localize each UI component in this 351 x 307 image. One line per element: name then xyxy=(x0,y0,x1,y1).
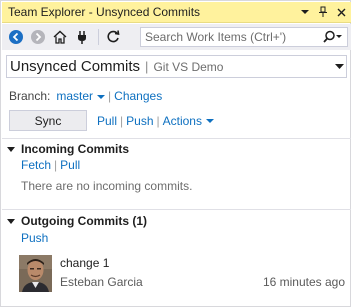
commit-message: change 1 xyxy=(60,256,110,270)
page-selector[interactable]: Unsynced Commits | Git VS Demo xyxy=(6,55,347,78)
outgoing-links: Push xyxy=(21,231,48,245)
incoming-commits-header[interactable]: Incoming Commits xyxy=(7,142,129,156)
forward-arrow-icon[interactable] xyxy=(28,27,48,47)
toolbar-separator xyxy=(98,29,99,45)
commit-author: Esteban Garcia xyxy=(60,275,143,289)
outgoing-push-link[interactable]: Push xyxy=(21,231,48,245)
window-title: Team Explorer - Unsynced Commits xyxy=(8,5,201,19)
repository-name: Git VS Demo xyxy=(153,59,224,74)
page-title: Unsynced Commits xyxy=(10,58,141,75)
branch-label: Branch: xyxy=(9,89,51,103)
close-icon[interactable] xyxy=(333,4,349,20)
fetch-link[interactable]: Fetch xyxy=(21,158,51,172)
incoming-commits-title: Incoming Commits xyxy=(21,142,130,156)
title-bar: Team Explorer - Unsynced Commits xyxy=(2,2,351,23)
search-icon[interactable] xyxy=(319,28,347,46)
pull-link[interactable]: Pull xyxy=(97,114,117,128)
branch-row: Branch: master | Changes xyxy=(9,89,162,103)
separator: | xyxy=(156,113,160,128)
caret-down-icon xyxy=(205,119,214,124)
divider xyxy=(2,209,351,210)
chevron-down-icon[interactable] xyxy=(332,57,346,77)
home-icon[interactable] xyxy=(50,27,70,47)
toolbar xyxy=(2,24,351,50)
branch-name: master xyxy=(56,89,94,103)
sync-button[interactable]: Sync xyxy=(9,110,87,131)
changes-link[interactable]: Changes xyxy=(114,89,162,103)
separator: | xyxy=(120,113,124,128)
search-work-items-input[interactable] xyxy=(145,29,319,45)
outgoing-commits-title: Outgoing Commits (1) xyxy=(21,214,147,228)
window-menu-dropdown-icon[interactable] xyxy=(297,4,313,20)
search-box xyxy=(140,27,348,47)
commit-list-item[interactable]: change 1 Esteban Garcia 16 minutes ago xyxy=(19,253,345,293)
branch-dropdown[interactable]: master xyxy=(56,89,106,103)
outgoing-commits-header[interactable]: Outgoing Commits (1) xyxy=(7,214,147,228)
separator: | xyxy=(108,89,112,103)
back-arrow-icon[interactable] xyxy=(6,27,26,47)
page-title-divider: | xyxy=(145,59,149,74)
push-link[interactable]: Push xyxy=(126,114,153,128)
separator: | xyxy=(54,158,58,172)
team-explorer-window: Team Explorer - Unsynced Commits Search … xyxy=(0,0,351,307)
collapse-triangle-icon xyxy=(7,146,15,152)
connect-plug-icon[interactable] xyxy=(72,27,92,47)
caret-down-icon xyxy=(97,94,106,99)
collapse-triangle-icon xyxy=(7,218,15,224)
commit-time: 16 minutes ago xyxy=(262,275,345,289)
incoming-pull-link[interactable]: Pull xyxy=(60,158,80,172)
divider xyxy=(2,138,351,139)
pin-icon[interactable] xyxy=(315,4,331,20)
actions-dropdown[interactable]: Actions xyxy=(163,114,214,128)
refresh-icon[interactable] xyxy=(103,27,123,47)
actions-label: Actions xyxy=(162,113,202,128)
no-incoming-message: There are no incoming commits. xyxy=(21,179,193,193)
avatar xyxy=(19,255,52,292)
incoming-links: Fetch | Pull xyxy=(21,158,80,172)
sync-actions-row: Sync Pull | Push | Actions xyxy=(9,110,214,131)
